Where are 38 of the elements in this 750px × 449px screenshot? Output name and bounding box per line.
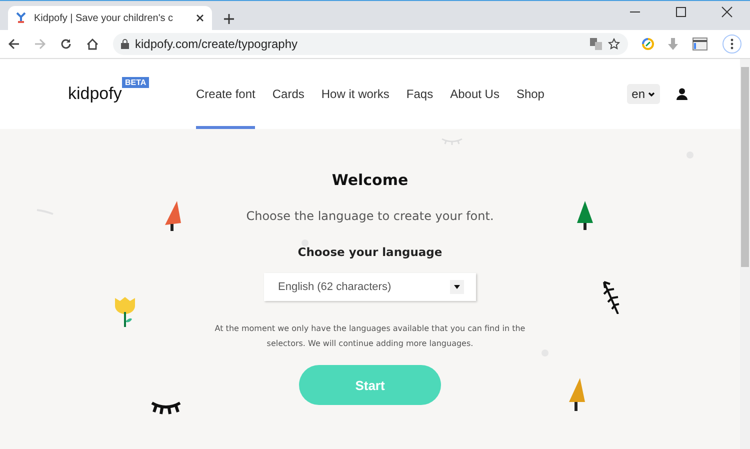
welcome-title: Welcome (332, 171, 408, 189)
eyelash-icon (150, 400, 182, 416)
language-label: Choose your language (298, 245, 442, 259)
eyelash-icon (440, 137, 464, 145)
language-dropdown[interactable]: English (62 characters) (264, 273, 476, 301)
scrollbar[interactable] (740, 59, 750, 449)
menu-icon[interactable] (722, 34, 742, 54)
nav-link[interactable]: Cards (272, 59, 304, 129)
tree-icon (568, 378, 586, 412)
back-icon[interactable] (8, 38, 20, 50)
address-bar[interactable]: kidpofy.com/create/typography (113, 33, 628, 55)
flower-icon (114, 296, 138, 328)
translate-icon[interactable] (590, 38, 602, 50)
nav-link[interactable]: Faqs (406, 59, 434, 129)
favicon-icon (16, 12, 26, 24)
compass-icon[interactable] (642, 38, 654, 50)
branch-icon (600, 280, 620, 314)
language-selector[interactable]: en (626, 84, 660, 104)
reload-icon[interactable] (60, 38, 72, 50)
new-tab-icon[interactable] (224, 14, 234, 24)
tree-icon (165, 201, 181, 233)
url-text: kidpofy.com/create/typography (135, 37, 299, 51)
close-icon[interactable] (196, 14, 204, 22)
beta-badge: BETA (122, 77, 150, 88)
subtitle: Choose the language to create your font. (246, 209, 494, 223)
user-icon[interactable] (676, 88, 688, 100)
chevron-icon (648, 92, 655, 96)
info-note: At the moment we only have the languages available that you can find in the selectors. We will continue adding more languages. (214, 323, 526, 350)
home-icon[interactable] (86, 38, 99, 50)
tree-icon (577, 201, 593, 231)
nav-link[interactable]: Shop (516, 59, 544, 129)
tab-title: Kidpofy | Save your children's c (34, 12, 174, 24)
logo[interactable]: kidpofy (68, 84, 122, 104)
browser-tab[interactable]: Kidpofy | Save your children's c (8, 6, 212, 30)
lock-icon (121, 39, 129, 49)
nav-link[interactable]: How it works (321, 59, 390, 129)
star-icon[interactable] (608, 38, 620, 50)
nav-link[interactable]: About Us (450, 59, 500, 129)
